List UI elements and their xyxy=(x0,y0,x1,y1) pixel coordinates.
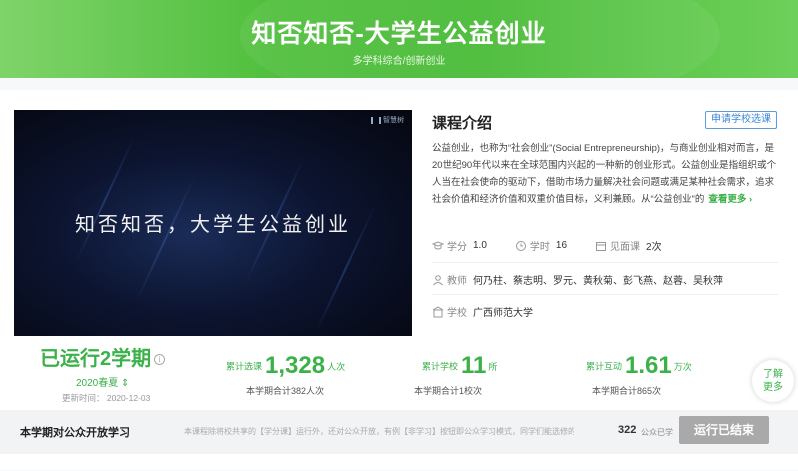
apply-school-course-button[interactable]: 申请学校选课 xyxy=(705,111,777,129)
public-learners-label: 公众已学 xyxy=(641,428,673,437)
learn-more-button[interactable]: 了解 更多 xyxy=(752,360,794,402)
public-learning-label: 本学期对公众开放学习 xyxy=(20,427,130,439)
public-learning-note: 本课程除将校共享的【学分课】运行外，还对公众开放，有例【非学习】按钮即公众学习模… xyxy=(184,427,574,436)
video-overlay-text: 知否知否，大学生公益创业 xyxy=(75,212,351,236)
school-label: 学校 xyxy=(447,308,467,319)
watermark-text: 智慧树 xyxy=(383,117,404,124)
info-icon[interactable]: i xyxy=(154,354,166,366)
stat-label: 累计学校 xyxy=(422,361,459,372)
person-icon xyxy=(433,274,443,285)
run-terms-text: 已运行2学期 xyxy=(40,348,152,370)
clock-icon xyxy=(515,240,526,251)
stat-value: 11 xyxy=(461,352,487,379)
course-stats: 已运行2学期 i 2020春夏 ⇕ 更新时间： 2020-12-03 累计选课 1,… xyxy=(14,342,784,403)
course-title: 知否知否-大学生公益创业 xyxy=(251,20,547,48)
stat-value: 1,328 xyxy=(265,352,326,379)
calendar-icon xyxy=(596,241,607,251)
video-watermark: 智慧树 xyxy=(371,115,404,125)
stat-unit: 所 xyxy=(488,361,498,372)
course-card: 智慧树 知否知否，大学生公益创业 课程介绍 申请学校选课 公益创业，也称为“社会… xyxy=(0,90,798,470)
course-header: 知否知否-大学生公益创业 多学科综合/创新创业 xyxy=(0,0,798,110)
course-video-player[interactable]: 智慧树 知否知否，大学生公益创业 xyxy=(14,110,412,336)
meet-value: 2次 xyxy=(646,242,662,253)
credit-label: 学分 xyxy=(447,242,467,253)
stat-label: 累计互动 xyxy=(586,361,623,372)
stat-term-total: 本学期合计382人次 xyxy=(246,386,325,396)
run-ended-button: 运行已结束 xyxy=(679,416,769,444)
teacher-label: 教师 xyxy=(447,276,467,287)
school-name: 广西师范大学 xyxy=(473,308,533,319)
meet-label: 见面课 xyxy=(610,242,641,253)
update-time: 更新时间： 2020-12-03 xyxy=(62,393,151,403)
video-light-streak xyxy=(74,136,136,264)
meta-divider xyxy=(432,294,778,295)
term-selector[interactable]: 2020春夏 ⇕ xyxy=(76,374,129,389)
course-panel: 智慧树 知否知否，大学生公益创业 课程介绍 申请学校选课 公益创业，也称为“社会… xyxy=(0,78,798,471)
public-learners-count: 322 xyxy=(618,424,637,436)
course-description: 公益创业，也称为“社会创业”(Social Entrepreneurship)，… xyxy=(432,140,778,208)
meta-row-school: 学校 广西师范大学 xyxy=(432,304,561,319)
meta-row-teacher: 教师 何乃柱、蔡志明、罗元、黄秋菊、彭飞燕、赵蓉、吴秋萍 xyxy=(432,272,751,287)
hours-value: 16 xyxy=(555,240,568,251)
teacher-names: 何乃柱、蔡志明、罗元、黄秋菊、彭飞燕、赵蓉、吴秋萍 xyxy=(473,276,723,287)
learn-more-line1: 了解 xyxy=(763,369,783,380)
public-learning-bar: 本学期对公众开放学习 本课程除将校共享的【学分课】运行外，还对公众开放，有例【非… xyxy=(0,410,798,454)
meta-row-basic: 学分 1.0 学时 16 见面课 2次 xyxy=(432,238,690,253)
view-more-link[interactable]: 查看更多 › xyxy=(708,194,752,205)
learn-more-line2: 更多 xyxy=(763,382,783,393)
credit-value: 1.0 xyxy=(473,240,487,251)
stat-label: 累计选课 xyxy=(226,361,263,372)
run-terms: 已运行2学期 i xyxy=(40,342,166,371)
graduation-cap-icon xyxy=(432,240,444,249)
course-category: 多学科综合/创新创业 xyxy=(352,56,446,67)
stat-unit: 人次 xyxy=(327,361,346,372)
intro-title: 课程介绍 xyxy=(432,115,493,132)
stat-schools: 累计学校 11 所 本学期合计1校次 xyxy=(414,352,498,396)
hours-label: 学时 xyxy=(529,242,550,253)
school-building-icon xyxy=(432,305,444,317)
video-light-streak xyxy=(134,176,196,304)
meta-divider xyxy=(432,262,778,263)
stat-value: 1.61 xyxy=(625,352,672,379)
stat-enrollments: 累计选课 1,328 人次 本学期合计382人次 xyxy=(226,352,346,396)
watermark-logo-icon xyxy=(371,116,381,124)
stat-term-total: 本学期合计1校次 xyxy=(414,386,483,396)
stat-unit: 万次 xyxy=(673,361,692,372)
stat-term-total: 本学期合计865次 xyxy=(592,386,662,396)
stat-interactions: 累计互动 1.61 万次 本学期合计865次 xyxy=(586,352,692,396)
